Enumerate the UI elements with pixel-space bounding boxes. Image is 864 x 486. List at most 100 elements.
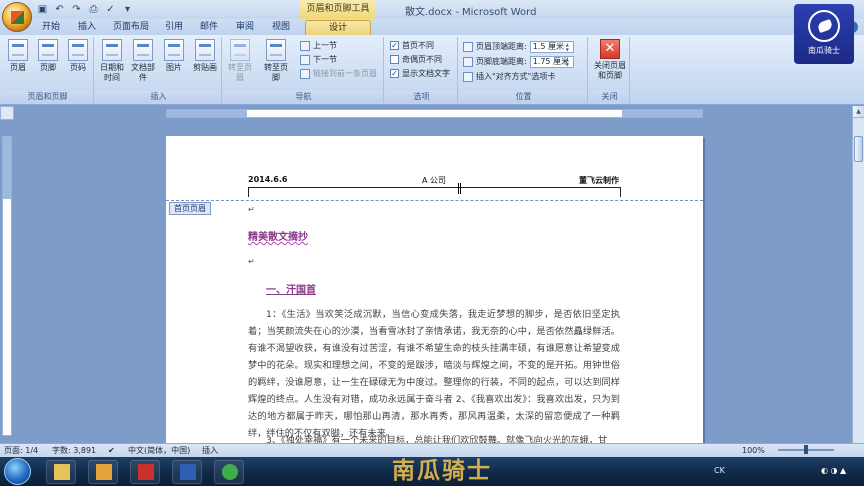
- word-count[interactable]: 字数: 3,891: [52, 444, 96, 457]
- close-header-footer-button[interactable]: ✕ 关闭页眉和页脚: [592, 39, 628, 81]
- alignment-tab-icon: [463, 71, 473, 82]
- zoom-level[interactable]: 100%: [742, 444, 765, 457]
- tab-references[interactable]: 引用: [161, 20, 187, 35]
- header-icon: [8, 39, 28, 61]
- scrollbar-thumb[interactable]: [854, 136, 863, 162]
- insert-alignment-tab-button[interactable]: 插入"对齐方式"选项卡: [463, 70, 555, 83]
- word-taskbar-button[interactable]: [172, 460, 202, 484]
- save-icon[interactable]: ▣: [36, 3, 49, 16]
- footer-icon: [38, 39, 58, 61]
- link-previous-button[interactable]: 链接到前一条页眉: [300, 67, 377, 80]
- insert-mode[interactable]: 插入: [202, 444, 218, 457]
- brush-icon: [96, 464, 112, 480]
- start-button[interactable]: [4, 458, 31, 485]
- system-tray-language[interactable]: CK: [714, 466, 725, 475]
- document-page[interactable]: 2014.6.6 A 公司 董飞云制作 首页页眉 ↵ 精美散文摘抄 ↵ 一、汗国…: [166, 136, 703, 446]
- ruler-toggle[interactable]: [0, 106, 14, 120]
- previous-section-label: 上一节: [313, 41, 337, 50]
- clipart-button[interactable]: 剪贴画: [191, 39, 219, 73]
- header-button-label: 页眉: [10, 63, 26, 72]
- alignment-tab-label: 插入"对齐方式"选项卡: [476, 72, 556, 81]
- zoom-slider-knob[interactable]: [804, 445, 808, 454]
- picture-label: 图片: [166, 63, 182, 72]
- window-title: 散文.docx - Microsoft Word: [405, 7, 537, 18]
- footer-distance-label: 页脚底端距离:: [476, 57, 527, 66]
- header-distance-icon: [463, 41, 473, 52]
- header-left-text[interactable]: 2014.6.6: [248, 175, 287, 184]
- show-document-text-checkbox[interactable]: ✓ 显示文档文字: [390, 67, 450, 80]
- qat-dropdown-icon[interactable]: ▾: [121, 3, 134, 16]
- close-icon: ✕: [600, 39, 620, 59]
- print-preview-icon[interactable]: ⎙: [87, 3, 100, 16]
- folder-icon: [54, 464, 70, 480]
- proofing-icon[interactable]: ✔: [108, 444, 115, 457]
- app-taskbar-button[interactable]: [130, 460, 160, 484]
- goto-header-icon: [230, 39, 250, 61]
- page-number-label: 页码: [70, 63, 86, 72]
- footer-distance-icon: [463, 56, 473, 67]
- tab-insert[interactable]: 插入: [74, 20, 100, 35]
- header-separator: [166, 200, 703, 201]
- video-watermark: 南瓜骑士: [392, 458, 492, 484]
- tab-mailings[interactable]: 邮件: [196, 20, 222, 35]
- redo-icon[interactable]: ↷: [70, 3, 83, 16]
- header-center-text[interactable]: A 公司: [422, 175, 446, 186]
- page-number-button[interactable]: 页码: [64, 39, 92, 73]
- header-border: [248, 187, 621, 188]
- clipart-icon: [195, 39, 215, 61]
- footer-distance-input[interactable]: 1.75 厘米: [529, 55, 574, 68]
- different-first-page-checkbox[interactable]: ✓ 首页不同: [390, 39, 434, 52]
- scroll-up-icon[interactable]: ▲: [853, 106, 864, 118]
- goto-footer-button[interactable]: 转至页脚: [262, 39, 290, 83]
- title-bar: ▣ ↶ ↷ ⎙ ✓ ▾ 页眉和页脚工具 散文.docx - Microsoft …: [0, 0, 864, 32]
- tab-review[interactable]: 审阅: [232, 20, 258, 35]
- quick-parts-button[interactable]: 文档部件: [129, 39, 157, 83]
- header-button[interactable]: 页眉: [4, 39, 32, 73]
- tray-icons[interactable]: ◐ ◑ ▲: [821, 466, 846, 475]
- link-previous-label: 链接到前一条页眉: [313, 69, 377, 78]
- ribbon-tabs: 开始 插入 页面布局 引用 邮件 审阅 视图 设计 ?: [0, 19, 864, 35]
- footer-button[interactable]: 页脚: [34, 39, 62, 73]
- zoom-slider[interactable]: [778, 445, 834, 454]
- document-title[interactable]: 精美散文摘抄: [248, 228, 308, 243]
- body-paragraph[interactable]: 1：《生活》当欢笑泛成沉默，当信心变成失落，我走近梦想的脚步，是否依旧坚定执着；…: [248, 306, 620, 442]
- header-distance-input[interactable]: 1.5 厘米: [529, 40, 574, 53]
- tab-design[interactable]: 设计: [305, 20, 371, 35]
- option-label: 显示文档文字: [402, 69, 450, 78]
- vertical-ruler[interactable]: [2, 136, 12, 436]
- word-icon: [180, 464, 196, 480]
- footer-button-label: 页脚: [40, 63, 56, 72]
- next-section-button[interactable]: 下一节: [300, 53, 337, 66]
- context-tools-label: 页眉和页脚工具: [300, 0, 376, 19]
- explorer-taskbar-button[interactable]: [46, 460, 76, 484]
- previous-section-button[interactable]: 上一节: [300, 39, 337, 52]
- tab-home[interactable]: 开始: [38, 20, 64, 35]
- next-icon: [300, 54, 310, 65]
- vertical-scrollbar[interactable]: ▲: [852, 106, 864, 443]
- office-logo-icon: [11, 11, 24, 24]
- section-heading[interactable]: 一、汗国首: [266, 281, 316, 296]
- date-time-button[interactable]: 日期和时间: [98, 39, 126, 83]
- goto-header-label: 转至页眉: [228, 63, 252, 82]
- picture-button[interactable]: 图片: [160, 39, 188, 73]
- undo-icon[interactable]: ↶: [53, 3, 66, 16]
- spell-check-icon[interactable]: ✓: [104, 3, 117, 16]
- office-button[interactable]: [2, 2, 32, 32]
- browser-taskbar-button[interactable]: [214, 460, 244, 484]
- picture-icon: [164, 39, 184, 61]
- tool-taskbar-button[interactable]: [88, 460, 118, 484]
- header-border-right: [620, 187, 621, 197]
- tab-view[interactable]: 视图: [268, 20, 294, 35]
- previous-icon: [300, 40, 310, 51]
- group-label: 插入: [96, 91, 221, 103]
- language-indicator[interactable]: 中文(简体，中国): [128, 444, 190, 457]
- goto-header-button[interactable]: 转至页眉: [226, 39, 254, 83]
- right-margin-area: [622, 110, 702, 117]
- header-right-text[interactable]: 董飞云制作: [579, 175, 619, 186]
- tab-page-layout[interactable]: 页面布局: [110, 20, 152, 35]
- different-odd-even-checkbox[interactable]: 奇偶页不同: [390, 53, 442, 66]
- page-count[interactable]: 页面: 1/4: [4, 444, 38, 457]
- horizontal-ruler[interactable]: [166, 109, 703, 118]
- goto-footer-icon: [266, 39, 286, 61]
- group-close: ✕ 关闭页眉和页脚 关闭: [590, 37, 630, 103]
